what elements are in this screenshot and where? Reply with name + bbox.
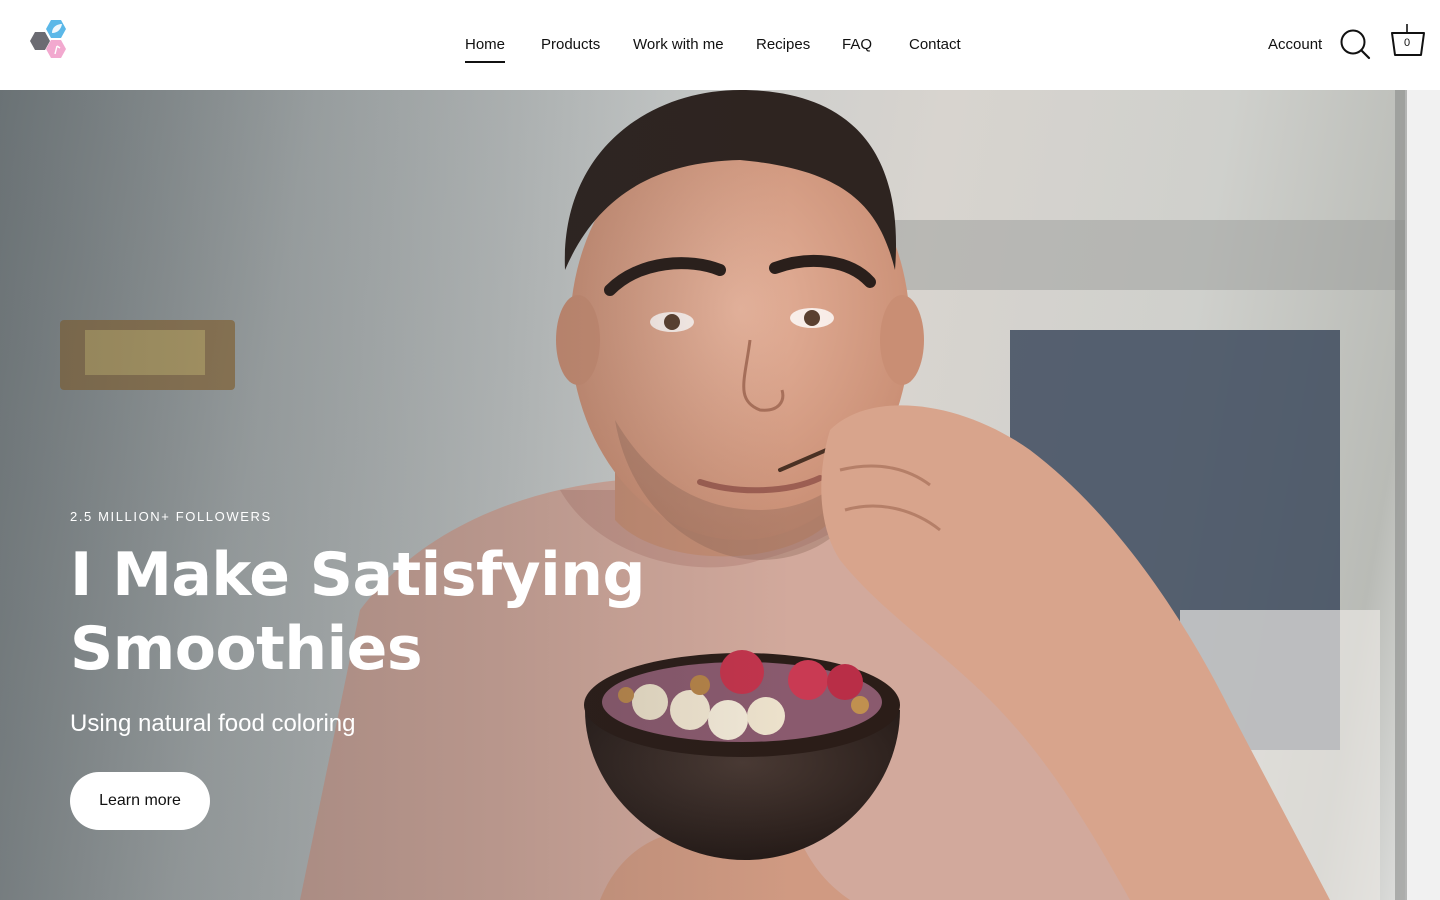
main-nav: Home Products Work with me Recipes FAQ C… (0, 0, 1440, 90)
cart-button[interactable]: 0 (1389, 22, 1427, 60)
hero-subhead: Using natural food coloring (70, 710, 356, 737)
search-icon (1340, 29, 1371, 60)
learn-more-button[interactable]: Learn more (70, 772, 210, 830)
account-link[interactable]: Account (1268, 35, 1322, 55)
hero-banner: 2.5 MILLION+ FOLLOWERS I Make Satisfying… (0, 90, 1440, 900)
nav-products[interactable]: Products (541, 35, 600, 55)
search-button[interactable] (1339, 27, 1371, 61)
nav-recipes[interactable]: Recipes (756, 35, 810, 55)
cart-count-badge: 0 (1403, 37, 1411, 49)
nav-contact[interactable]: Contact (909, 35, 961, 55)
hero-eyebrow: 2.5 MILLION+ FOLLOWERS (70, 509, 272, 524)
site-header: Home Products Work with me Recipes FAQ C… (0, 0, 1440, 90)
nav-work-with-me[interactable]: Work with me (633, 35, 724, 55)
hero-headline: I Make Satisfying Smoothies (70, 540, 645, 684)
nav-faq[interactable]: FAQ (842, 35, 872, 55)
nav-home[interactable]: Home (465, 35, 506, 63)
hero-overlay (0, 90, 1440, 900)
